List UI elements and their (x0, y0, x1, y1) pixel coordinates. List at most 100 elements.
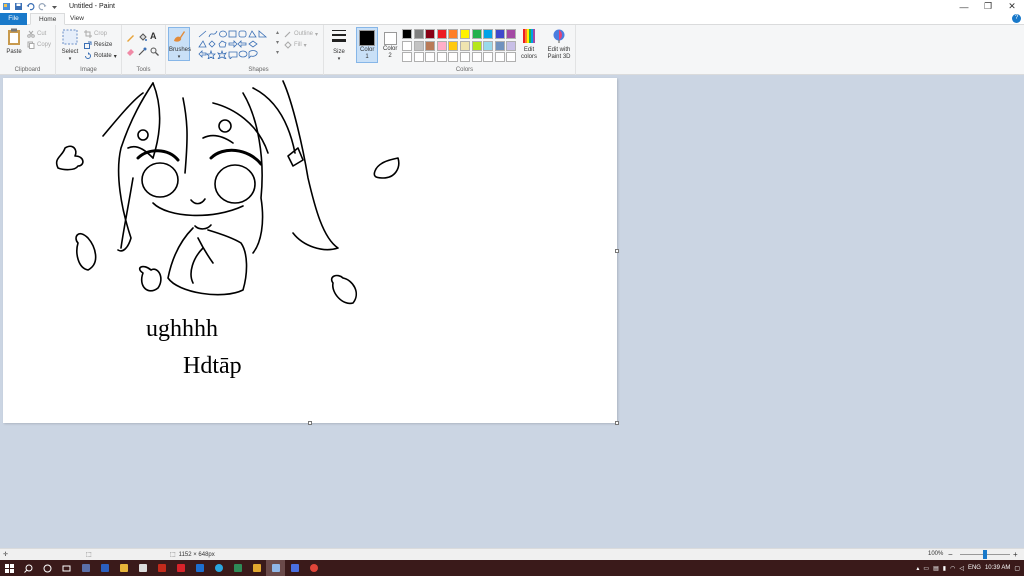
tray-app-icon[interactable]: ▭ (923, 565, 929, 572)
copy-button[interactable]: Copy (27, 40, 51, 50)
tray-chevron-icon[interactable]: ▴ (916, 565, 919, 572)
canvas-resize-handle-right[interactable] (615, 249, 619, 253)
palette-swatch[interactable] (448, 40, 459, 51)
customize-qat-icon[interactable] (50, 2, 59, 11)
minimize-button[interactable]: — (952, 0, 976, 13)
palette-swatch[interactable] (436, 40, 447, 51)
taskbar-paint[interactable] (266, 560, 285, 576)
palette-swatch[interactable] (471, 29, 482, 39)
palette-swatch[interactable] (413, 40, 424, 51)
edit-paint3d-button[interactable]: Edit with Paint 3D (544, 28, 574, 61)
color1-button[interactable]: Color 1 (356, 27, 378, 63)
taskbar-app-7[interactable] (190, 560, 209, 576)
zoom-in-button[interactable]: + (1013, 550, 1018, 559)
brushes-button[interactable]: Brushes ▾ (168, 27, 191, 61)
color2-button[interactable]: Color 2 (379, 27, 401, 63)
tray-volume-icon[interactable]: ◁ (959, 565, 964, 572)
undo-icon[interactable] (26, 2, 35, 11)
rotate-button[interactable]: Rotate ▾ (84, 51, 117, 61)
size-button[interactable]: Size ▾ (328, 28, 350, 63)
eraser-icon[interactable] (126, 47, 135, 58)
taskbar-app-2[interactable] (95, 560, 114, 576)
taskbar-app-8[interactable] (209, 560, 228, 576)
palette-swatch[interactable] (402, 40, 412, 51)
crop-button[interactable]: Crop (84, 29, 107, 39)
palette-swatch[interactable] (413, 52, 424, 63)
palette-swatch[interactable] (459, 40, 470, 51)
palette-swatch[interactable] (436, 29, 447, 39)
paste-button[interactable]: Paste (3, 28, 25, 56)
taskbar-app-6[interactable] (171, 560, 190, 576)
select-button[interactable]: Select ▾ (58, 28, 82, 63)
redo-icon[interactable] (38, 2, 47, 11)
tray-wifi-icon[interactable]: ◠ (950, 565, 955, 572)
taskbar-app-4[interactable] (133, 560, 152, 576)
palette-swatch[interactable] (483, 40, 494, 51)
pencil-icon[interactable] (126, 33, 135, 44)
palette-swatch[interactable] (448, 29, 459, 39)
resize-button[interactable]: Resize (84, 40, 112, 50)
color-picker-icon[interactable] (138, 47, 147, 58)
search-button[interactable] (19, 560, 38, 576)
palette-swatch[interactable] (402, 52, 412, 63)
shapes-gallery-icon[interactable] (198, 29, 278, 59)
size-label: Size (333, 49, 345, 55)
save-icon[interactable] (14, 2, 23, 11)
tray-battery-icon[interactable]: ▮ (943, 565, 946, 572)
canvas-resize-handle-corner[interactable] (615, 421, 619, 425)
start-button[interactable] (0, 560, 19, 576)
shapes-scroll-down-icon[interactable]: ▾ (276, 39, 279, 46)
tab-view[interactable]: View (62, 13, 92, 25)
tab-home[interactable]: Home (30, 13, 66, 25)
help-icon[interactable]: ? (1012, 14, 1021, 23)
text-tool-icon[interactable]: A (150, 31, 157, 41)
fill-button[interactable]: Fill ▾ (284, 40, 307, 50)
palette-swatch[interactable] (413, 29, 424, 39)
palette-swatch[interactable] (506, 40, 517, 51)
taskbar-app-12[interactable] (285, 560, 304, 576)
taskbar-app-13[interactable] (304, 560, 323, 576)
palette-swatch[interactable] (483, 52, 494, 63)
cortana-button[interactable] (38, 560, 57, 576)
taskbar-app-1[interactable] (76, 560, 95, 576)
palette-swatch[interactable] (459, 52, 470, 63)
notifications-icon[interactable]: ▢ (1014, 565, 1020, 572)
palette-swatch[interactable] (425, 52, 436, 63)
palette-swatch[interactable] (436, 52, 447, 63)
edit-colors-button[interactable]: Edit colors (518, 28, 540, 61)
canvas-resize-handle-bottom[interactable] (308, 421, 312, 425)
palette-swatch[interactable] (483, 29, 494, 39)
outline-button[interactable]: Outline ▾ (284, 29, 318, 39)
palette-swatch[interactable] (506, 29, 517, 39)
tray-network-icon[interactable]: ▤ (933, 565, 939, 572)
fill-bucket-icon[interactable] (138, 33, 147, 44)
language-indicator[interactable]: ENG (968, 565, 981, 571)
palette-swatch[interactable] (402, 29, 412, 39)
palette-swatch[interactable] (494, 29, 505, 39)
palette-swatch[interactable] (459, 29, 470, 39)
taskbar-app-5[interactable] (152, 560, 171, 576)
zoom-out-button[interactable]: − (948, 550, 953, 559)
palette-swatch[interactable] (494, 40, 505, 51)
maximize-button[interactable]: ❐ (976, 0, 1000, 13)
palette-swatch[interactable] (425, 40, 436, 51)
clock[interactable]: 10:39 AM (985, 565, 1010, 571)
palette-swatch[interactable] (506, 52, 517, 63)
zoom-slider-thumb[interactable] (983, 550, 987, 559)
cut-button[interactable]: Cut (27, 29, 46, 39)
taskbar-app-3[interactable] (114, 560, 133, 576)
shapes-scroll-up-icon[interactable]: ▴ (276, 29, 279, 36)
palette-swatch[interactable] (494, 52, 505, 63)
palette-swatch[interactable] (448, 52, 459, 63)
palette-swatch[interactable] (471, 52, 482, 63)
palette-swatch[interactable] (425, 29, 436, 39)
palette-swatch[interactable] (471, 40, 482, 51)
drawing-canvas[interactable]: ughhhh Hdtāp (3, 78, 619, 425)
close-button[interactable]: ✕ (1000, 0, 1024, 13)
taskbar-app-10[interactable] (247, 560, 266, 576)
taskbar-app-9[interactable] (228, 560, 247, 576)
task-view-button[interactable] (57, 560, 76, 576)
tab-file[interactable]: File (0, 13, 27, 25)
magnifier-icon[interactable] (150, 47, 159, 58)
shapes-expand-icon[interactable]: ▾ (276, 49, 279, 56)
